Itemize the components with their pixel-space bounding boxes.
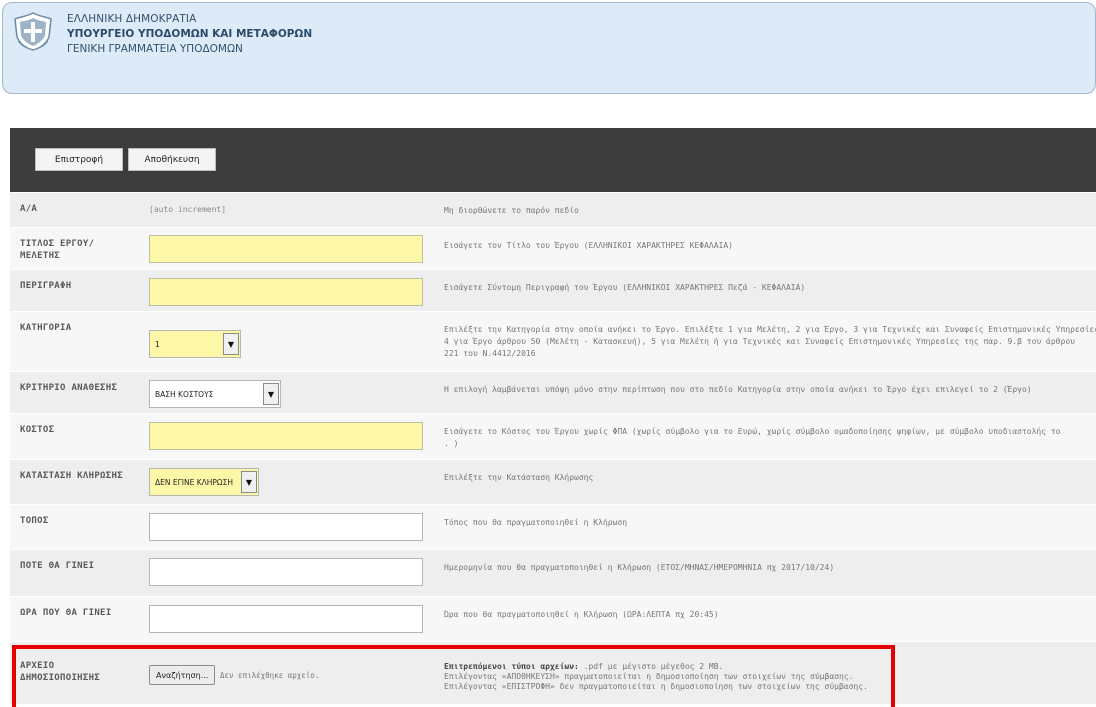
field-hint: Ώρα που θα πραγματοποιηθεί η Κλήρωση (ΩΡ… [434,597,1096,641]
description-input[interactable] [149,278,423,306]
row-cost: ΚΟΣΤΟΣ Εισάγετε το Κόστος του Έργου χωρί… [10,413,1096,459]
field-hint: Επιλέξτε την Κατάσταση Κλήρωσης [434,460,1096,504]
field-label: ΑΡΧΕΙΟ ΔΗΜΟΣΙΟΠΟΙΗΣΗΣ [10,642,140,704]
file-status-text: Δεν επιλέχθηκε αρχείο. [220,671,320,680]
title-input[interactable] [149,235,423,263]
back-button[interactable]: Επιστροφή [35,148,123,171]
cost-hint-line2: . ) [444,439,459,448]
row-title: ΤΙΤΛΟΣ ΕΡΓΟΥ/ ΜΕΛΕΤΗΣ Εισάγετε τον Τίτλο… [10,227,1096,269]
field-hint: Τόπος που θα πραγματοποιηθεί η Κλήρωση [434,505,1096,549]
republic-name: ΕΛΛΗΝΙΚΗ ΔΗΜΟΚΡΑΤΙΑ [67,13,197,25]
date-input[interactable] [149,558,423,586]
row-file: ΑΡΧΕΙΟ ΔΗΜΟΣΙΟΠΟΙΗΣΗΣ Αναζήτηση... Δεν ε… [10,641,1096,704]
category-hint-line1: Επιλέξτε την Κατηγορία στην οποία ανήκει… [444,325,1096,334]
draw-status-selected-value: ΔΕΝ ΕΓΙΝΕ ΚΛΗΡΩΣΗ [155,477,234,487]
field-label: ΤΙΤΛΟΣ ΕΡΓΟΥ/ ΜΕΛΕΤΗΣ [10,228,140,269]
criterion-selected-value: ΒΑΣΗ ΚΟΣΤΟΥΣ [155,389,214,399]
cost-input[interactable] [149,422,423,450]
field-hint: Επιλέξτε την Κατηγορία στην οποία ανήκει… [434,312,1096,371]
draw-status-select[interactable]: ΔΕΝ ΕΓΙΝΕ ΚΛΗΡΩΣΗ ▼ [149,468,259,496]
field-label: ΩΡΑ ΠΟΥ ΘΑ ΓΙΝΕΙ [10,597,140,641]
row-category: ΚΑΤΗΓΟΡΙΑ 1 ▼ Επιλέξτε την Κατηγορία στη… [10,311,1096,371]
ministry-title: ΕΛΛΗΝΙΚΗ ΔΗΜΟΚΡΑΤΙΑ ΥΠΟΥΡΓΕΙΟ ΥΠΟΔΟΜΩΝ Κ… [67,12,312,57]
cost-hint-line1: Εισάγετε το Κόστος του Έργου χωρίς ΦΠΑ (… [444,427,1061,436]
field-hint: Ημερομηνία που θα πραγματοποιηθεί η Κλήρ… [434,550,1096,596]
category-selected-value: 1 [155,339,160,349]
field-label: A/A [10,193,140,227]
row-draw-status: ΚΑΤΑΣΤΑΣΗ ΚΛΗΡΩΣΗΣ ΔΕΝ ΕΓΙΝΕ ΚΛΗΡΩΣΗ ▼ Ε… [10,459,1096,504]
field-hint: Μη διορθώνετε το παρόν πεδίο [434,193,1096,227]
field-label: ΚΟΣΤΟΣ [10,414,140,459]
toolbar: Επιστροφή Αποθήκευση [10,128,1096,192]
field-label: ΤΟΠΟΣ [10,505,140,549]
criterion-select[interactable]: ΒΑΣΗ ΚΟΣΤΟΥΣ ▼ [149,380,281,408]
place-input[interactable] [149,513,423,541]
file-types-value: .pdf με μέγιστο μέγεθος 2 MB. [578,662,724,671]
ministry-name: ΥΠΟΥΡΓΕΙΟ ΥΠΟΔΟΜΩΝ ΚΑΙ ΜΕΤΑΦΟΡΩΝ [67,28,313,40]
row-description: ΠΕΡΙΓΡΑΦΗ Εισάγετε Σύντομη Περιγραφή του… [10,269,1096,311]
header-banner: ΕΛΛΗΝΙΚΗ ΔΗΜΟΚΡΑΤΙΑ ΥΠΟΥΡΓΕΙΟ ΥΠΟΔΟΜΩΝ Κ… [2,2,1096,94]
contract-form: A/A [auto increment] Μη διορθώνετε το πα… [10,192,1096,704]
row-place: ΤΟΠΟΣ Τόπος που θα πραγματοποιηθεί η Κλή… [10,504,1096,549]
row-criterion: ΚΡΙΤΗΡΙΟ ΑΝΑΘΕΣΗΣ ΒΑΣΗ ΚΟΣΤΟΥΣ ▼ Η επιλο… [10,371,1096,413]
field-label: ΚΑΤΗΓΟΡΙΑ [10,312,140,371]
field-label: ΠΟΤΕ ΘΑ ΓΙΝΕΙ [10,550,140,596]
field-hint: Εισάγετε Σύντομη Περιγραφή του Έργου (ΕΛ… [434,270,1096,311]
file-types-label: Επιτρεπόμενοι τύποι αρχείων: [444,662,579,671]
browse-file-button[interactable]: Αναζήτηση... [149,665,216,685]
file-hint-line2: Επιλέγοντας «ΑΠΟΘΗΚΕΥΣΗ» πραγματοποιείτα… [444,672,854,681]
field-hint: Εισάγετε το Κόστος του Έργου χωρίς ΦΠΑ (… [434,414,1096,459]
row-aa: A/A [auto increment] Μη διορθώνετε το πα… [10,192,1096,227]
row-time: ΩΡΑ ΠΟΥ ΘΑ ΓΙΝΕΙ Ώρα που θα πραγματοποιη… [10,596,1096,641]
category-hint-line2: 4 για Έργο άρθρου 50 (Μελέτη - Κατασκευή… [444,337,1075,346]
file-hint-line3: Επιλέγοντας «ΕΠΙΣΤΡΟΦΗ» δεν πραγματοποιε… [444,682,868,691]
file-hint-line1: Επιτρεπόμενοι τύποι αρχείων: .pdf με μέγ… [444,662,1096,672]
dropdown-arrow-icon[interactable]: ▼ [263,383,279,405]
field-hint: Εισάγετε τον Τίτλο του Έργου (ΕΛΛΗΝΙΚΟΙ … [434,228,1096,269]
field-hint: Η επιλογή λαμβάνεται υπόψη μόνο στην περ… [434,372,1096,413]
secretariat-name: ΓΕΝΙΚΗ ΓΡΑΜΜΑΤΕΙΑ ΥΠΟΔΟΜΩΝ [67,43,243,55]
row-when: ΠΟΤΕ ΘΑ ΓΙΝΕΙ Ημερομηνία που θα πραγματο… [10,549,1096,596]
dropdown-arrow-icon[interactable]: ▼ [223,333,239,355]
time-input[interactable] [149,605,423,633]
field-label: ΚΡΙΤΗΡΙΟ ΑΝΑΘΕΣΗΣ [10,372,140,413]
category-hint-line3: 221 του Ν.4412/2016 [444,349,536,358]
dropdown-arrow-icon[interactable]: ▼ [241,471,257,493]
field-label: ΚΑΤΑΣΤΑΣΗ ΚΛΗΡΩΣΗΣ [10,460,140,504]
category-select[interactable]: 1 ▼ [149,330,241,358]
aa-readonly-value: [auto increment] [149,205,227,214]
field-hint: Επιτρεπόμενοι τύποι αρχείων: .pdf με μέγ… [434,642,1096,704]
greek-coat-of-arms-icon [14,12,52,51]
save-button[interactable]: Αποθήκευση [128,148,216,171]
field-label: ΠΕΡΙΓΡΑΦΗ [10,270,140,311]
